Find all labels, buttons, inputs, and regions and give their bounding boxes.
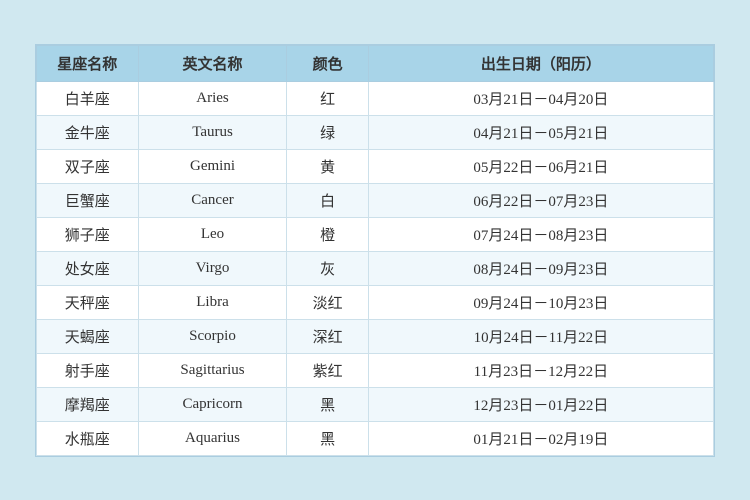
cell-zh: 金牛座 bbox=[37, 115, 139, 149]
cell-zh: 天秤座 bbox=[37, 285, 139, 319]
cell-zh: 天蝎座 bbox=[37, 319, 139, 353]
cell-color: 红 bbox=[287, 81, 368, 115]
table-row: 巨蟹座Cancer白06月22日－07月23日 bbox=[37, 183, 714, 217]
cell-date: 09月24日－10月23日 bbox=[368, 285, 713, 319]
table-row: 狮子座Leo橙07月24日－08月23日 bbox=[37, 217, 714, 251]
header-zh: 星座名称 bbox=[37, 45, 139, 81]
cell-en: Cancer bbox=[138, 183, 287, 217]
cell-en: Aquarius bbox=[138, 421, 287, 455]
header-color: 颜色 bbox=[287, 45, 368, 81]
cell-date: 03月21日－04月20日 bbox=[368, 81, 713, 115]
cell-date: 05月22日－06月21日 bbox=[368, 149, 713, 183]
table-row: 天秤座Libra淡红09月24日－10月23日 bbox=[37, 285, 714, 319]
cell-en: Sagittarius bbox=[138, 353, 287, 387]
table-row: 天蝎座Scorpio深红10月24日－11月22日 bbox=[37, 319, 714, 353]
header-en: 英文名称 bbox=[138, 45, 287, 81]
cell-color: 黑 bbox=[287, 421, 368, 455]
table-row: 金牛座Taurus绿04月21日－05月21日 bbox=[37, 115, 714, 149]
cell-date: 08月24日－09月23日 bbox=[368, 251, 713, 285]
cell-date: 07月24日－08月23日 bbox=[368, 217, 713, 251]
cell-en: Aries bbox=[138, 81, 287, 115]
cell-color: 黑 bbox=[287, 387, 368, 421]
cell-zh: 双子座 bbox=[37, 149, 139, 183]
cell-date: 12月23日－01月22日 bbox=[368, 387, 713, 421]
zodiac-table: 星座名称 英文名称 颜色 出生日期（阳历） 白羊座Aries红03月21日－04… bbox=[36, 45, 714, 456]
cell-color: 灰 bbox=[287, 251, 368, 285]
table-row: 处女座Virgo灰08月24日－09月23日 bbox=[37, 251, 714, 285]
cell-zh: 狮子座 bbox=[37, 217, 139, 251]
cell-en: Capricorn bbox=[138, 387, 287, 421]
cell-color: 橙 bbox=[287, 217, 368, 251]
cell-color: 深红 bbox=[287, 319, 368, 353]
table-row: 白羊座Aries红03月21日－04月20日 bbox=[37, 81, 714, 115]
cell-color: 绿 bbox=[287, 115, 368, 149]
table-row: 水瓶座Aquarius黑01月21日－02月19日 bbox=[37, 421, 714, 455]
table-body: 白羊座Aries红03月21日－04月20日金牛座Taurus绿04月21日－0… bbox=[37, 81, 714, 455]
cell-zh: 摩羯座 bbox=[37, 387, 139, 421]
table-header-row: 星座名称 英文名称 颜色 出生日期（阳历） bbox=[37, 45, 714, 81]
cell-zh: 水瓶座 bbox=[37, 421, 139, 455]
cell-en: Libra bbox=[138, 285, 287, 319]
cell-date: 04月21日－05月21日 bbox=[368, 115, 713, 149]
table-row: 双子座Gemini黄05月22日－06月21日 bbox=[37, 149, 714, 183]
cell-color: 黄 bbox=[287, 149, 368, 183]
cell-date: 01月21日－02月19日 bbox=[368, 421, 713, 455]
header-date: 出生日期（阳历） bbox=[368, 45, 713, 81]
cell-date: 11月23日－12月22日 bbox=[368, 353, 713, 387]
table-row: 射手座Sagittarius紫红11月23日－12月22日 bbox=[37, 353, 714, 387]
cell-color: 紫红 bbox=[287, 353, 368, 387]
cell-en: Virgo bbox=[138, 251, 287, 285]
cell-en: Gemini bbox=[138, 149, 287, 183]
cell-zh: 处女座 bbox=[37, 251, 139, 285]
cell-zh: 射手座 bbox=[37, 353, 139, 387]
zodiac-table-wrapper: 星座名称 英文名称 颜色 出生日期（阳历） 白羊座Aries红03月21日－04… bbox=[35, 44, 715, 457]
cell-en: Scorpio bbox=[138, 319, 287, 353]
cell-zh: 白羊座 bbox=[37, 81, 139, 115]
cell-date: 10月24日－11月22日 bbox=[368, 319, 713, 353]
cell-en: Taurus bbox=[138, 115, 287, 149]
cell-color: 淡红 bbox=[287, 285, 368, 319]
cell-color: 白 bbox=[287, 183, 368, 217]
cell-en: Leo bbox=[138, 217, 287, 251]
table-row: 摩羯座Capricorn黑12月23日－01月22日 bbox=[37, 387, 714, 421]
cell-zh: 巨蟹座 bbox=[37, 183, 139, 217]
cell-date: 06月22日－07月23日 bbox=[368, 183, 713, 217]
